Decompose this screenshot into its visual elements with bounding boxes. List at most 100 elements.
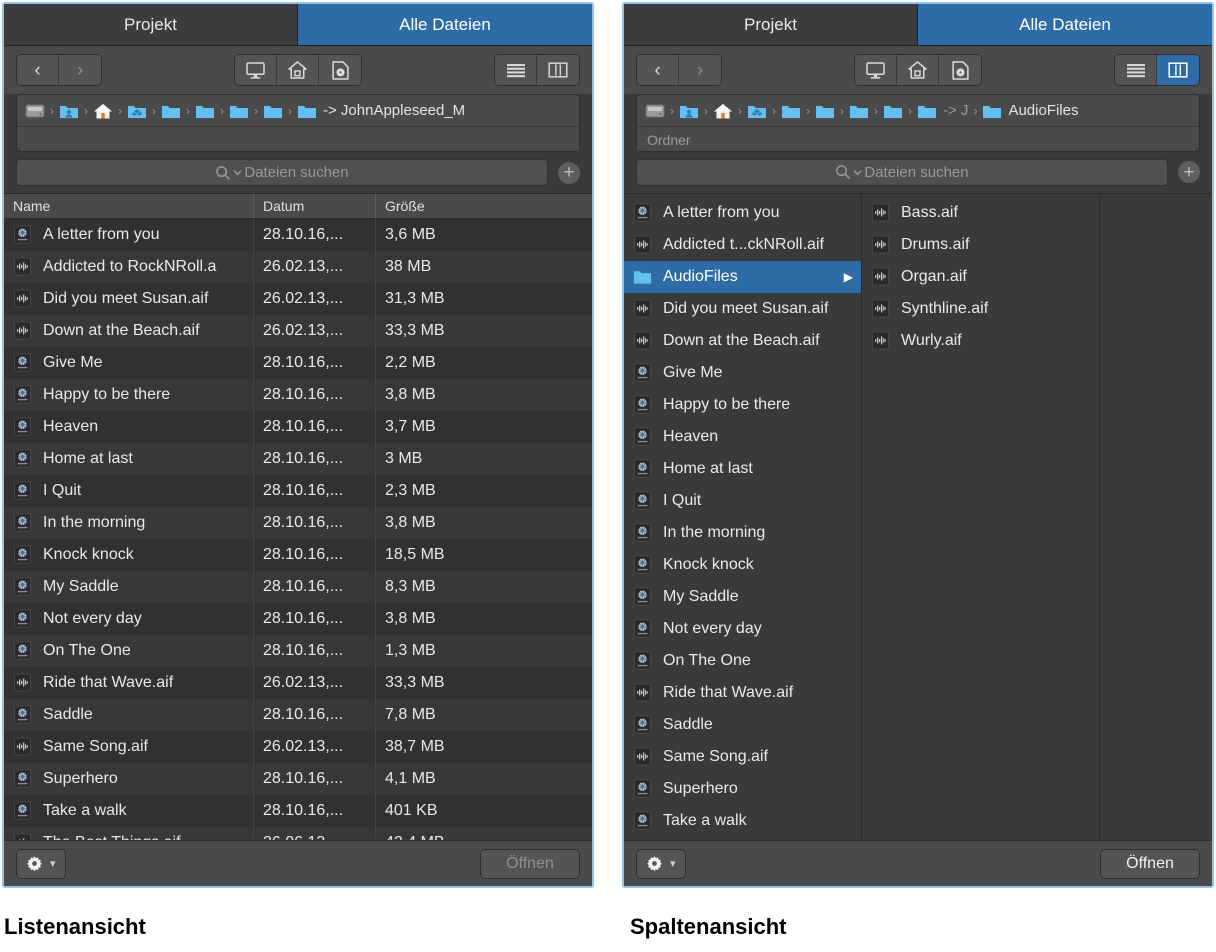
- tab-alle-dateien-right[interactable]: Alle Dateien: [918, 4, 1212, 45]
- list-item[interactable]: Superhero: [624, 773, 861, 805]
- search-input-right[interactable]: Dateien suchen: [636, 159, 1168, 186]
- table-row[interactable]: Give Me28.10.16,...2,2 MB: [4, 347, 592, 379]
- action-menu-button-right[interactable]: ▾: [636, 849, 686, 879]
- folder-icon[interactable]: [161, 102, 181, 120]
- home-folder-icon[interactable]: [713, 102, 733, 120]
- tab-projekt[interactable]: Projekt: [4, 4, 298, 45]
- folder-icon[interactable]: [297, 102, 317, 120]
- browser-column-2[interactable]: Bass.aifDrums.aifOrgan.aifSynthline.aifW…: [862, 194, 1100, 840]
- table-row[interactable]: Not every day28.10.16,...3,8 MB: [4, 603, 592, 635]
- list-item[interactable]: Give Me: [624, 357, 861, 389]
- list-item[interactable]: Synthline.aif: [862, 293, 1099, 325]
- browser-column-3[interactable]: [1100, 194, 1212, 840]
- action-menu-button-left[interactable]: ▾: [16, 849, 66, 879]
- list-item[interactable]: Organ.aif: [862, 261, 1099, 293]
- table-row[interactable]: A letter from you28.10.16,...3,6 MB: [4, 219, 592, 251]
- list-item[interactable]: Wurly.aif: [862, 325, 1099, 357]
- table-row[interactable]: The Best Things.aif26.06.13,...42,4 MB: [4, 827, 592, 840]
- list-item[interactable]: Same Song.aif: [624, 741, 861, 773]
- tab-projekt-right[interactable]: Projekt: [624, 4, 918, 45]
- list-item[interactable]: In the morning: [624, 517, 861, 549]
- browser-column-1[interactable]: A letter from youAddicted t...ckNRoll.ai…: [624, 194, 862, 840]
- breadcrumb-right[interactable]: › › › › › › › ›: [637, 95, 1199, 126]
- home-folder-icon[interactable]: [93, 102, 113, 120]
- table-row[interactable]: I Quit28.10.16,...2,3 MB: [4, 475, 592, 507]
- breadcrumb-left[interactable]: › › › › › › › ›: [17, 95, 579, 126]
- list-item[interactable]: Home at last: [624, 453, 861, 485]
- folder-icon[interactable]: [781, 102, 801, 120]
- folder-icon[interactable]: [883, 102, 903, 120]
- dropbox-folder-icon[interactable]: [127, 102, 147, 120]
- list-item[interactable]: My Saddle: [624, 581, 861, 613]
- table-row[interactable]: Superhero28.10.16,...4,1 MB: [4, 763, 592, 795]
- table-row[interactable]: Same Song.aif26.02.13,...38,7 MB: [4, 731, 592, 763]
- table-row[interactable]: Happy to be there28.10.16,...3,8 MB: [4, 379, 592, 411]
- home-button[interactable]: [277, 55, 319, 85]
- list-item[interactable]: I Quit: [624, 485, 861, 517]
- table-row[interactable]: Ride that Wave.aif26.02.13,...33,3 MB: [4, 667, 592, 699]
- display-button[interactable]: [235, 55, 277, 85]
- add-filter-button-left[interactable]: +: [558, 162, 580, 184]
- folder-icon[interactable]: [195, 102, 215, 120]
- folder-icon[interactable]: [229, 102, 249, 120]
- disk-button-right[interactable]: [939, 55, 981, 85]
- list-item[interactable]: Did you meet Susan.aif: [624, 293, 861, 325]
- list-item[interactable]: Saddle: [624, 709, 861, 741]
- table-row[interactable]: Heaven28.10.16,...3,7 MB: [4, 411, 592, 443]
- table-row[interactable]: Home at last28.10.16,...3 MB: [4, 443, 592, 475]
- list-item[interactable]: Drums.aif: [862, 229, 1099, 261]
- disk-button[interactable]: [319, 55, 361, 85]
- table-row[interactable]: Did you meet Susan.aif26.02.13,...31,3 M…: [4, 283, 592, 315]
- table-row[interactable]: My Saddle28.10.16,...8,3 MB: [4, 571, 592, 603]
- list-item[interactable]: Addicted t...ckNRoll.aif: [624, 229, 861, 261]
- table-row[interactable]: On The One28.10.16,...1,3 MB: [4, 635, 592, 667]
- back-button-right[interactable]: ‹: [637, 55, 679, 85]
- user-folder-icon[interactable]: [59, 102, 79, 120]
- display-button-right[interactable]: [855, 55, 897, 85]
- add-filter-button-right[interactable]: +: [1178, 161, 1200, 183]
- list-item[interactable]: Heaven: [624, 421, 861, 453]
- list-item[interactable]: Down at the Beach.aif: [624, 325, 861, 357]
- column-header-groesse[interactable]: Größe: [376, 194, 592, 217]
- folder-icon[interactable]: [815, 102, 835, 120]
- list-view-button-right[interactable]: [1115, 55, 1157, 85]
- list-item[interactable]: Take a walk: [624, 805, 861, 837]
- list-item-selected[interactable]: AudioFiles▶: [624, 261, 861, 293]
- table-row[interactable]: Addicted to RockNRoll.a26.02.13,...38 MB: [4, 251, 592, 283]
- file-list-table[interactable]: A letter from you28.10.16,...3,6 MBAddic…: [4, 219, 592, 840]
- folder-icon[interactable]: [263, 102, 283, 120]
- list-view-button-left[interactable]: [495, 55, 537, 85]
- list-item[interactable]: On The One: [624, 645, 861, 677]
- open-button-right[interactable]: Öffnen: [1100, 849, 1200, 879]
- list-item[interactable]: Not every day: [624, 613, 861, 645]
- open-button-left[interactable]: Öffnen: [480, 849, 580, 879]
- home-button-right[interactable]: [897, 55, 939, 85]
- harddisk-icon[interactable]: [645, 102, 665, 120]
- harddisk-icon[interactable]: [25, 102, 45, 120]
- table-row[interactable]: Take a walk28.10.16,...401 KB: [4, 795, 592, 827]
- table-row[interactable]: Down at the Beach.aif26.02.13,...33,3 MB: [4, 315, 592, 347]
- back-button[interactable]: ‹: [17, 55, 59, 85]
- forward-button-right[interactable]: ›: [679, 55, 721, 85]
- chevron-down-icon[interactable]: [853, 168, 862, 177]
- column-view-button-left[interactable]: [537, 55, 579, 85]
- list-item[interactable]: Ride that Wave.aif: [624, 677, 861, 709]
- table-row[interactable]: Knock knock28.10.16,...18,5 MB: [4, 539, 592, 571]
- table-row[interactable]: Saddle28.10.16,...7,8 MB: [4, 699, 592, 731]
- table-row[interactable]: In the morning28.10.16,...3,8 MB: [4, 507, 592, 539]
- list-item[interactable]: A letter from you: [624, 197, 861, 229]
- folder-icon[interactable]: [917, 102, 937, 120]
- folder-icon[interactable]: [982, 102, 1002, 120]
- column-view-button-right[interactable]: [1157, 55, 1199, 85]
- column-header-name[interactable]: Name: [4, 194, 254, 217]
- tab-alle-dateien[interactable]: Alle Dateien: [298, 4, 592, 45]
- chevron-down-icon[interactable]: [233, 168, 242, 177]
- forward-button[interactable]: ›: [59, 55, 101, 85]
- folder-icon[interactable]: [849, 102, 869, 120]
- user-folder-icon[interactable]: [679, 102, 699, 120]
- list-item[interactable]: Knock knock: [624, 549, 861, 581]
- list-item[interactable]: Happy to be there: [624, 389, 861, 421]
- column-header-datum[interactable]: Datum: [254, 194, 376, 217]
- list-item[interactable]: Bass.aif: [862, 197, 1099, 229]
- search-input-left[interactable]: Dateien suchen: [16, 159, 548, 186]
